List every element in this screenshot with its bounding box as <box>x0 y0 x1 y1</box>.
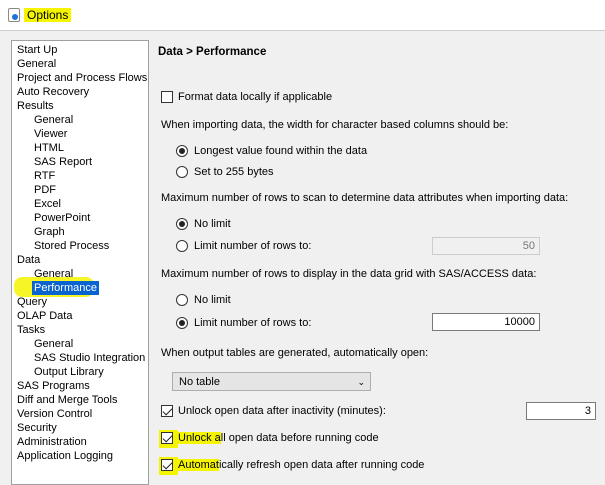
auto-refresh-label-highlighted: Automat <box>178 459 219 471</box>
display-limit-radio[interactable] <box>176 317 188 329</box>
tree-item[interactable]: Security <box>17 421 57 435</box>
tree-item[interactable]: General <box>17 57 56 71</box>
width-longest-radio[interactable] <box>176 145 188 157</box>
tree-item[interactable]: Excel <box>34 197 61 211</box>
tree-item[interactable]: Viewer <box>34 127 67 141</box>
auto-open-dropdown[interactable]: No table ⌄ <box>172 372 371 391</box>
tree-item[interactable]: PDF <box>34 183 56 197</box>
title-bar: Options <box>0 0 605 31</box>
tree-item[interactable]: Tasks <box>17 323 45 337</box>
tree-item[interactable]: Performance <box>32 281 99 295</box>
tree-item[interactable]: OLAP Data <box>17 309 72 323</box>
tree-item[interactable]: Version Control <box>17 407 92 421</box>
inactivity-minutes-input[interactable]: 3 <box>526 402 596 420</box>
tree-item[interactable]: General <box>34 267 73 281</box>
auto-open-value: No table <box>179 376 220 388</box>
width-question: When importing data, the width for chara… <box>161 119 509 131</box>
scan-nolimit-radio[interactable] <box>176 218 188 230</box>
display-limit-label: Limit number of rows to: <box>194 317 312 329</box>
width-255-label: Set to 255 bytes <box>194 166 274 178</box>
display-question: Maximum number of rows to display in the… <box>161 268 537 280</box>
tree-item[interactable]: Administration <box>17 435 87 449</box>
format-local-checkbox[interactable] <box>161 91 173 103</box>
tree-item[interactable]: General <box>34 113 73 127</box>
unlock-all-label-highlighted: Unlock a <box>178 432 221 444</box>
tree-item[interactable]: Stored Process <box>34 239 109 253</box>
tree-item[interactable]: Diff and Merge Tools <box>17 393 117 407</box>
tree-item[interactable]: Graph <box>34 225 65 239</box>
scan-nolimit-label: No limit <box>194 218 231 230</box>
tree-item[interactable]: Query <box>17 295 47 309</box>
tree-item[interactable]: Data <box>17 253 40 267</box>
tree-item[interactable]: General <box>34 337 73 351</box>
tree-item[interactable]: HTML <box>34 141 64 155</box>
display-rows-input[interactable]: 10000 <box>432 313 540 331</box>
unlock-inactive-checkbox[interactable] <box>161 405 173 417</box>
tree-item[interactable]: SAS Report <box>34 155 92 169</box>
display-nolimit-label: No limit <box>194 294 231 306</box>
tree-item[interactable]: Output Library <box>34 365 104 379</box>
display-nolimit-radio[interactable] <box>176 294 188 306</box>
tree-item[interactable]: Project and Process Flows <box>17 71 147 85</box>
page-heading: Data > Performance <box>158 46 267 58</box>
open-question: When output tables are generated, automa… <box>161 347 429 359</box>
chevron-down-icon: ⌄ <box>357 377 365 387</box>
tree-item[interactable]: SAS Studio Integration <box>34 351 145 365</box>
width-longest-label: Longest value found within the data <box>194 145 368 157</box>
tree-item[interactable]: Start Up <box>17 43 57 57</box>
auto-refresh-label: Automatically refresh open data after ru… <box>178 459 424 471</box>
width-255-radio[interactable] <box>176 166 188 178</box>
format-local-label: Format data locally if applicable <box>178 91 333 103</box>
unlock-all-label: Unlock all open data before running code <box>178 432 379 444</box>
tree-item[interactable]: RTF <box>34 169 55 183</box>
tree-item[interactable]: PowerPoint <box>34 211 90 225</box>
tree-item[interactable]: Application Logging <box>17 449 113 463</box>
scan-limit-radio[interactable] <box>176 240 188 252</box>
scan-question: Maximum number of rows to scan to determ… <box>161 192 569 204</box>
scan-rows-input[interactable]: 50 <box>432 237 540 255</box>
options-app-icon <box>8 8 20 22</box>
tree-item[interactable]: Results <box>17 99 54 113</box>
unlock-all-checkbox[interactable] <box>161 432 173 444</box>
unlock-all-label-rest: ll open data before running code <box>220 432 379 444</box>
window-title: Options <box>24 8 72 22</box>
options-tree[interactable]: Start Up General Project and Process Flows… <box>11 40 149 485</box>
auto-refresh-label-rest: ically refresh open data after running c… <box>218 459 425 471</box>
auto-refresh-checkbox[interactable] <box>161 459 173 471</box>
tree-item[interactable]: SAS Programs <box>17 379 90 393</box>
unlock-inactive-label: Unlock open data after inactivity (minut… <box>178 405 386 417</box>
scan-limit-label: Limit number of rows to: <box>194 240 312 252</box>
tree-item[interactable]: Auto Recovery <box>17 85 89 99</box>
